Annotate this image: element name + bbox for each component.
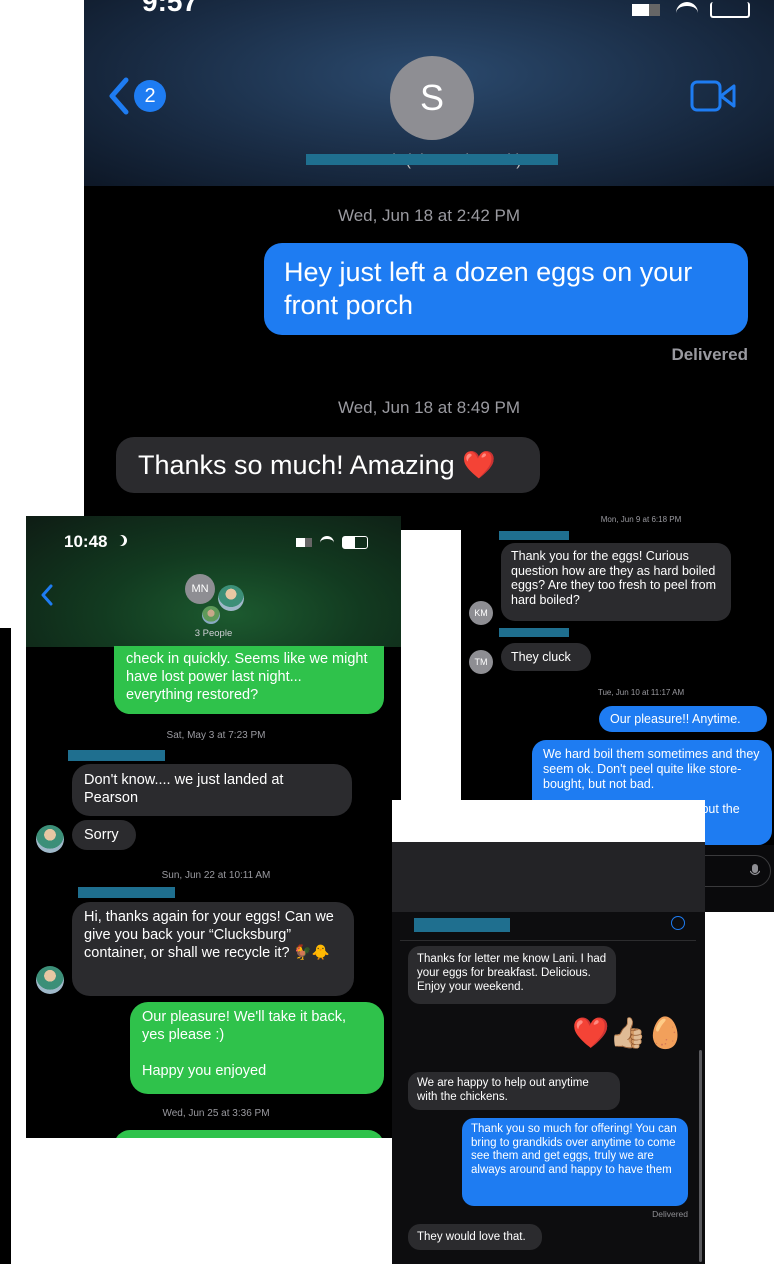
message-text: Our pleasure! We'll take it back, yes pl… [142,1009,346,1043]
message-bubble-outgoing[interactable]: check in quickly. Seems like we might ha… [114,646,384,714]
delivered-status: Delivered [652,1209,688,1219]
contact-avatar[interactable]: S [390,56,474,140]
message-bubble-incoming[interactable]: We are happy to help out anytime with th… [408,1072,620,1110]
message-text: check in quickly. Seems like we might ha… [126,651,368,703]
timestamp: Wed, Jun 18 at 8:49 PM [337,398,521,417]
message-text: Our pleasure!! Anytime. [610,712,741,726]
timestamp: Tue, Jun 10 at 11:17 AM [597,688,685,697]
message-text: They would love that. [417,1231,526,1243]
unread-badge: 2 [134,80,166,112]
message-text: Thanks so much! Amazing [138,450,455,480]
battery-icon [710,2,750,18]
composer-fragment: essage [400,524,458,530]
message-bubble-incoming[interactable]: Hi, thanks again for your eggs! Can we g… [72,902,354,996]
message-bubble-outgoing-partial[interactable] [114,1130,384,1138]
status-icons [296,536,376,550]
message-bubble-outgoing[interactable]: Thank you so much for offering! You can … [462,1118,688,1206]
timestamp: Wed, Jun 25 at 3:36 PM [162,1108,270,1119]
message-text: We are happy to help out anytime with th… [417,1077,589,1103]
message-bubble-outgoing[interactable]: Hey just left a dozen eggs on your front… [264,243,748,335]
screenshot-4: 9:59 Thanks for letter me know Lani. I h… [392,800,705,1264]
heart-emoji: ❤️ [462,450,496,480]
message-text: They cluck [511,650,571,664]
message-bubble-incoming[interactable]: Sorry [72,820,136,850]
message-text: Thanks for letter me know Lani. I had yo… [417,953,607,993]
screenshot-2: 10:48 MN 3 People check in quickly. Seem… [26,516,401,1138]
redaction-bar [414,918,510,932]
timestamp: Mon, Jun 9 at 6:18 PM [600,515,682,524]
message-bubble-incoming[interactable]: They cluck [501,643,591,671]
message-text: Happy you enjoyed [142,1063,267,1079]
sender-avatar[interactable] [36,825,64,853]
back-button[interactable]: 2 [106,76,176,116]
status-time: 9:57 [142,0,199,17]
status-time: 9:59 [417,812,442,826]
message-text: Sorry [84,827,119,843]
message-bubble-incoming[interactable]: They would love that. [408,1224,542,1250]
group-label[interactable]: 3 People [26,628,401,639]
redaction-bar [78,887,175,898]
video-camera-icon [690,80,736,112]
scrollbar[interactable] [699,1050,702,1262]
group-avatar-mn[interactable]: MN [185,574,215,604]
message-bubble-incoming[interactable]: Thanks so much! Amazing ❤️ [116,437,540,493]
video-call-button[interactable] [690,80,736,112]
timestamp: Sat, May 3 at 7:23 PM [166,730,266,741]
moon-icon [113,535,124,546]
message-bubble-incoming[interactable]: Thank you for the eggs! Curious question… [501,543,731,621]
screenshot-edge [0,628,11,1264]
message-bubble-incoming[interactable]: Thanks for letter me know Lani. I had yo… [408,946,616,1004]
battery-icon [342,536,368,549]
message-text: Thank you so much for offering! You can … [471,1123,677,1176]
redaction-bar [68,750,165,761]
back-chevron-icon[interactable] [40,584,54,606]
redaction-bar [499,628,569,637]
message-text: Thank you for the eggs! Curious question… [511,549,716,607]
timestamp: Sun, Jun 22 at 10:11 AM [161,870,271,881]
message-bubble-incoming[interactable]: Don't know.... we just landed at Pearson [72,764,352,816]
redaction-bar [499,531,569,540]
signal-icon [632,4,660,16]
screenshot-1: 9:57 2 S Sarah (Tim And Sarah) Wed, Jun … [84,0,774,530]
message-text: Hey just left a dozen eggs on your front… [284,257,693,320]
microphone-icon[interactable] [750,864,760,878]
header [460,800,705,842]
status-time: 10:48 [64,532,108,551]
wifi-icon [676,2,698,18]
message-bubble-outgoing[interactable]: Our pleasure! We'll take it back, yes pl… [130,1002,384,1094]
chevron-left-icon [109,77,129,115]
delivered-status: Delivered [671,345,748,364]
avatar-km[interactable]: KM [469,601,493,625]
avatar-tm[interactable]: TM [469,650,493,674]
group-avatar-photo-small[interactable] [202,606,220,624]
message-text: Hi, thanks again for your eggs! Can we g… [84,909,334,961]
status-icons [632,0,752,18]
signal-icon [296,538,312,547]
message-text: We hard boil them sometimes and they see… [543,747,760,791]
wifi-icon [320,536,334,547]
timestamp: Wed, Jun 18 at 2:42 PM [337,206,521,225]
sender-avatar[interactable] [36,966,64,994]
divider [400,940,696,941]
reaction-emojis[interactable]: ❤️👍🏼🥚 [572,1014,684,1054]
group-avatar-photo[interactable] [218,585,244,611]
message-text: Don't know.... we just landed at Pearson [84,772,284,806]
redaction-bar [306,154,558,165]
info-button[interactable] [671,916,685,930]
header-bar [392,842,705,912]
message-bubble-outgoing[interactable]: Our pleasure!! Anytime. [599,706,767,732]
